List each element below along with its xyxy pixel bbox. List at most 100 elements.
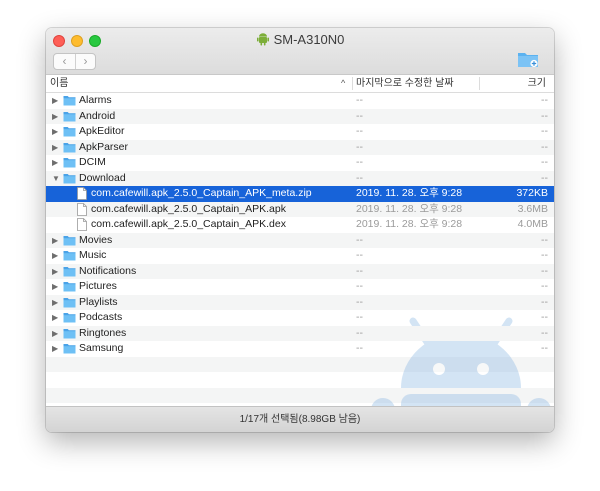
window-title-group: SM-A310N0 <box>46 32 554 47</box>
item-modified-date: -- <box>356 264 363 277</box>
item-name: Podcasts <box>79 311 123 323</box>
item-modified-date: -- <box>356 280 363 292</box>
folder-row[interactable]: ▶ Notifications -- -- <box>46 263 554 279</box>
disclosure-collapsed-icon[interactable]: ▶ <box>52 281 58 292</box>
folder-row[interactable]: ▶ Music -- -- <box>46 248 554 264</box>
disclosure-collapsed-icon[interactable]: ▶ <box>52 95 58 106</box>
item-name: DCIM <box>79 156 106 168</box>
disclosure-collapsed-icon[interactable]: ▶ <box>52 126 58 137</box>
file-row[interactable]: com.cafewill.apk_2.5.0_Captain_APK.dex 20… <box>46 217 554 233</box>
folder-icon <box>63 281 76 295</box>
forward-button[interactable]: › <box>75 54 96 69</box>
item-modified-date: -- <box>356 342 363 354</box>
folder-icon <box>63 173 76 187</box>
item-modified-date: -- <box>356 233 363 246</box>
item-modified-date: -- <box>356 156 363 168</box>
item-name: Playlists <box>79 295 118 308</box>
item-size: -- <box>541 264 548 277</box>
item-size: -- <box>541 109 548 122</box>
column-size-header[interactable]: 크기 <box>528 75 546 92</box>
item-modified-date: 2019. 11. 28. 오후 9:28 <box>356 202 463 215</box>
item-name: Ringtones <box>79 326 127 339</box>
item-size: 3.6MB <box>517 202 548 215</box>
item-name: com.cafewill.apk_2.5.0_Captain_APK.apk <box>91 202 286 215</box>
folder-row[interactable]: ▶ Ringtones -- -- <box>46 325 554 342</box>
file-row[interactable]: com.cafewill.apk_2.5.0_Captain_APK.apk 20… <box>46 201 554 217</box>
folder-row[interactable]: ▶ ApkParser -- -- <box>46 139 554 156</box>
folder-row[interactable]: ▶ Alarms -- -- <box>46 93 554 109</box>
folder-icon <box>63 328 76 342</box>
folder-row[interactable]: ▶ DCIM -- -- <box>46 155 554 171</box>
folder-icon <box>63 111 76 125</box>
folder-row[interactable]: ▶ Playlists -- -- <box>46 294 554 311</box>
new-folder-icon[interactable] <box>517 50 539 68</box>
file-transfer-window: SM-A310N0 ‹ › 이름 ^ 마지막으로 수정한 날짜 크기 ▶ Ala… <box>46 28 554 432</box>
folder-row[interactable]: ▼ Download -- -- <box>46 170 554 187</box>
disclosure-collapsed-icon[interactable]: ▶ <box>52 250 58 261</box>
disclosure-collapsed-icon[interactable]: ▶ <box>52 312 58 323</box>
column-name-header[interactable]: 이름 <box>50 75 68 92</box>
folder-icon <box>63 297 76 311</box>
file-list[interactable]: ▶ Alarms -- -- ▶ Android -- -- ▶ ApkEditor -- -- ▶ Ap… <box>46 93 554 406</box>
folder-icon <box>63 250 76 264</box>
item-modified-date: -- <box>356 171 363 184</box>
item-modified-date: -- <box>356 94 363 106</box>
disclosure-collapsed-icon[interactable]: ▶ <box>52 111 58 122</box>
item-modified-date: -- <box>356 295 363 308</box>
disclosure-collapsed-icon[interactable]: ▶ <box>52 343 58 354</box>
disclosure-collapsed-icon[interactable]: ▶ <box>52 297 58 308</box>
back-button[interactable]: ‹ <box>54 54 76 69</box>
column-header: 이름 ^ 마지막으로 수정한 날짜 크기 <box>46 75 554 93</box>
folder-row[interactable]: ▶ ApkEditor -- -- <box>46 124 554 140</box>
item-size: -- <box>541 171 548 184</box>
folder-icon <box>63 312 76 326</box>
folder-icon <box>63 126 76 140</box>
item-modified-date: -- <box>356 311 363 323</box>
column-divider[interactable] <box>479 77 480 90</box>
item-name: Movies <box>79 233 113 246</box>
android-icon <box>256 33 269 46</box>
item-size: -- <box>541 156 548 168</box>
item-name: ApkEditor <box>79 125 125 137</box>
item-name: Download <box>79 171 126 184</box>
sort-indicator[interactable]: ^ <box>341 75 345 92</box>
item-modified-date: -- <box>356 109 363 122</box>
item-size: -- <box>541 249 548 261</box>
disclosure-collapsed-icon[interactable]: ▶ <box>52 328 58 339</box>
item-name: Music <box>79 249 107 261</box>
item-name: Android <box>79 109 116 122</box>
item-modified-date: 2019. 11. 28. 오후 9:28 <box>356 218 463 230</box>
item-size: -- <box>541 125 548 137</box>
column-divider[interactable] <box>352 77 353 90</box>
item-modified-date: -- <box>356 249 363 261</box>
column-modified-header[interactable]: 마지막으로 수정한 날짜 <box>356 75 454 92</box>
item-modified-date: -- <box>356 326 363 339</box>
file-row[interactable]: com.cafewill.apk_2.5.0_Captain_APK_meta.… <box>46 186 554 202</box>
folder-icon <box>63 142 76 156</box>
status-bar: 1/17개 선택됨(8.98GB 남음) <box>46 406 554 432</box>
title-bar[interactable]: SM-A310N0 ‹ › <box>46 28 554 75</box>
disclosure-expanded-icon[interactable]: ▼ <box>52 173 60 184</box>
disclosure-collapsed-icon[interactable]: ▶ <box>52 157 58 168</box>
item-name: com.cafewill.apk_2.5.0_Captain_APK.dex <box>91 218 286 230</box>
item-size: -- <box>541 280 548 292</box>
item-size: -- <box>541 326 548 339</box>
item-name: com.cafewill.apk_2.5.0_Captain_APK_meta.… <box>91 187 312 199</box>
item-size: -- <box>541 140 548 153</box>
item-name: Alarms <box>79 94 112 106</box>
disclosure-collapsed-icon[interactable]: ▶ <box>52 142 58 153</box>
item-name: Samsung <box>79 342 124 354</box>
folder-row[interactable]: ▶ Android -- -- <box>46 108 554 125</box>
folder-row[interactable]: ▶ Movies -- -- <box>46 232 554 249</box>
navigation-buttons: ‹ › <box>53 53 96 70</box>
folder-icon <box>63 235 76 249</box>
item-name: Notifications <box>79 264 137 277</box>
disclosure-collapsed-icon[interactable]: ▶ <box>52 266 58 277</box>
folder-row[interactable]: ▶ Samsung -- -- <box>46 341 554 357</box>
folder-row[interactable]: ▶ Podcasts -- -- <box>46 310 554 326</box>
folder-icon <box>63 343 76 357</box>
disclosure-collapsed-icon[interactable]: ▶ <box>52 235 58 246</box>
item-size: 4.0MB <box>517 218 548 230</box>
item-modified-date: -- <box>356 140 363 153</box>
folder-row[interactable]: ▶ Pictures -- -- <box>46 279 554 295</box>
